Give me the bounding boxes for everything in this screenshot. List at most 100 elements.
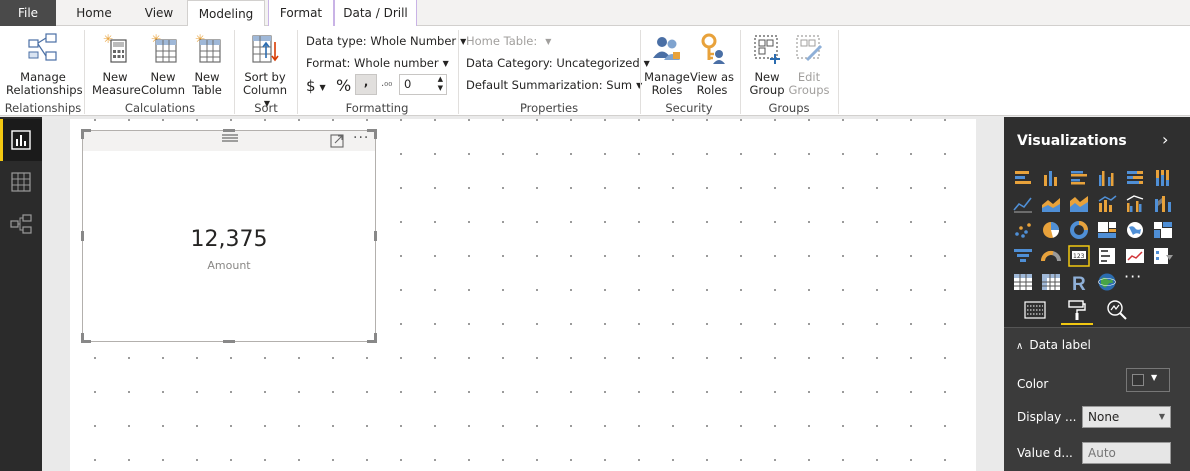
gauge-icon[interactable] — [1040, 245, 1062, 267]
100-stacked-column-chart-icon[interactable] — [1152, 167, 1174, 189]
funnel-icon[interactable] — [1012, 245, 1034, 267]
report-view-button[interactable] — [0, 119, 42, 161]
donut-chart-icon[interactable] — [1068, 219, 1090, 241]
scatter-chart-icon[interactable] — [1012, 219, 1034, 241]
manage-roles-button[interactable]: Manage Roles — [643, 32, 691, 97]
manage-relationships-icon — [28, 33, 57, 61]
view-switcher-rail — [0, 117, 42, 471]
analytics-tab[interactable] — [1099, 296, 1135, 324]
card-visual[interactable]: ··· 12,375 Amount — [81, 129, 377, 343]
resize-handle[interactable] — [374, 231, 377, 241]
tab-format[interactable]: Format — [268, 0, 334, 26]
data-label-section-header[interactable]: ∧ Data label — [1016, 338, 1091, 352]
card-icon[interactable]: 123 — [1068, 245, 1090, 267]
svg-text:R: R — [1072, 274, 1086, 293]
sort-by-column-icon — [252, 35, 279, 63]
format-dropdown[interactable]: Format: Whole number ▼ — [306, 56, 449, 70]
resize-handle[interactable] — [223, 340, 235, 343]
sort-by-column-button[interactable]: Sort by Column▼ — [238, 32, 292, 110]
r-script-visual-icon[interactable]: R — [1068, 271, 1090, 293]
view-as-roles-label-2: Roles — [696, 83, 728, 97]
map-icon[interactable] — [1124, 219, 1146, 241]
line-and-clustered-column-chart-icon[interactable] — [1124, 193, 1146, 215]
format-tab[interactable] — [1059, 296, 1095, 325]
focus-mode-icon[interactable] — [330, 134, 344, 148]
view-as-roles-icon — [701, 33, 725, 64]
view-as-roles-button[interactable]: View as Roles — [690, 32, 734, 97]
tab-view[interactable]: View — [132, 0, 186, 26]
manage-relationships-button[interactable]: Manage Relationships — [6, 32, 83, 97]
area-chart-icon[interactable] — [1040, 193, 1062, 215]
percent-button[interactable]: % — [336, 76, 351, 95]
treemap-icon[interactable] — [1096, 219, 1118, 241]
chevron-right-icon[interactable]: › — [1162, 130, 1168, 149]
resize-handle[interactable] — [223, 129, 235, 132]
decimal-places-icon: .₀₀ — [381, 78, 393, 89]
data-view-button[interactable] — [0, 161, 42, 203]
sort-by-column-label-2: Column — [242, 83, 288, 97]
group-separator — [234, 30, 235, 114]
resize-handle[interactable] — [81, 129, 84, 139]
new-measure-button[interactable]: ✳ New Measure — [92, 32, 141, 97]
display-units-select[interactable]: None ▼ — [1082, 406, 1171, 428]
new-group-icon — [754, 35, 780, 64]
currency-button[interactable]: $ ▼ — [306, 77, 326, 95]
clustered-column-chart-icon[interactable] — [1096, 167, 1118, 189]
new-group-button[interactable]: New Group — [746, 32, 788, 97]
globe-icon[interactable] — [1096, 271, 1118, 293]
comma-style-button[interactable]: , — [355, 74, 377, 95]
ribbon-tab-bar: File Home View Modeling Format Data / Dr… — [0, 0, 1190, 27]
resize-handle[interactable] — [81, 231, 84, 241]
new-column-button[interactable]: ✳ New Column — [140, 32, 186, 97]
stepper-arrows-icon[interactable]: ▲ ▼ — [438, 75, 443, 93]
new-table-label-2: Table — [192, 83, 222, 97]
group-label-calculations: Calculations — [124, 101, 196, 115]
new-table-button[interactable]: ✳ New Table — [186, 32, 228, 97]
resize-handle[interactable] — [374, 129, 377, 139]
table-icon[interactable] — [1012, 271, 1034, 293]
fields-tab[interactable] — [1017, 296, 1053, 324]
group-label-groups: Groups — [768, 101, 810, 115]
tab-data-drill[interactable]: Data / Drill — [334, 0, 417, 26]
data-category-dropdown[interactable]: Data Category: Uncategorized ▼ — [466, 56, 650, 70]
value-decimals-input[interactable] — [1082, 442, 1171, 464]
home-table-dropdown[interactable]: Home Table: ▼ — [466, 34, 551, 48]
tab-file[interactable]: File — [0, 0, 56, 26]
resize-handle[interactable] — [374, 333, 377, 343]
tab-home[interactable]: Home — [64, 0, 124, 26]
100-stacked-bar-chart-icon[interactable] — [1124, 167, 1146, 189]
stacked-area-chart-icon[interactable] — [1068, 193, 1090, 215]
more-visuals-icon[interactable]: ··· — [1124, 267, 1146, 289]
group-separator — [838, 30, 839, 114]
resize-handle[interactable] — [81, 333, 84, 343]
filled-map-icon[interactable] — [1152, 219, 1174, 241]
edit-groups-label-2: Groups — [788, 83, 830, 97]
tab-modeling[interactable]: Modeling — [187, 0, 265, 27]
matrix-icon[interactable] — [1040, 271, 1062, 293]
decimal-places-stepper[interactable]: 0 ▲ ▼ — [399, 74, 447, 95]
line-chart-icon[interactable] — [1012, 193, 1034, 215]
multi-row-card-icon[interactable] — [1096, 245, 1118, 267]
edit-groups-button[interactable]: Edit Groups — [788, 32, 830, 97]
slicer-icon[interactable] — [1152, 245, 1174, 267]
clustered-bar-chart-icon[interactable] — [1068, 167, 1090, 189]
drag-handle-icon[interactable] — [221, 133, 239, 143]
kpi-icon[interactable] — [1124, 245, 1146, 267]
fields-icon — [1024, 301, 1046, 319]
line-and-stacked-column-chart-icon[interactable] — [1096, 193, 1118, 215]
ribbon-chart-icon[interactable] — [1152, 193, 1174, 215]
default-summarization-dropdown[interactable]: Default Summarization: Sum▼ — [466, 78, 642, 92]
new-measure-icon: ✳ — [103, 32, 127, 63]
pie-chart-icon[interactable] — [1040, 219, 1062, 241]
stacked-column-chart-icon[interactable] — [1040, 167, 1062, 189]
edit-groups-icon — [796, 35, 823, 62]
group-label-formatting: Formatting — [345, 101, 409, 115]
paint-roller-icon — [1068, 300, 1086, 320]
data-type-dropdown[interactable]: Data type: Whole Number ▼ — [306, 34, 466, 48]
more-options-icon[interactable]: ··· — [353, 130, 369, 146]
visualizations-pane: Visualizations › 123 R ··· ∧ Data label … — [1004, 117, 1190, 471]
stacked-bar-chart-icon[interactable] — [1012, 167, 1034, 189]
relationships-view-button[interactable] — [0, 203, 42, 245]
data-label-section: ∧ Data label Color ▼ Display ... None ▼ V… — [1004, 327, 1190, 471]
color-picker[interactable]: ▼ — [1126, 368, 1170, 392]
